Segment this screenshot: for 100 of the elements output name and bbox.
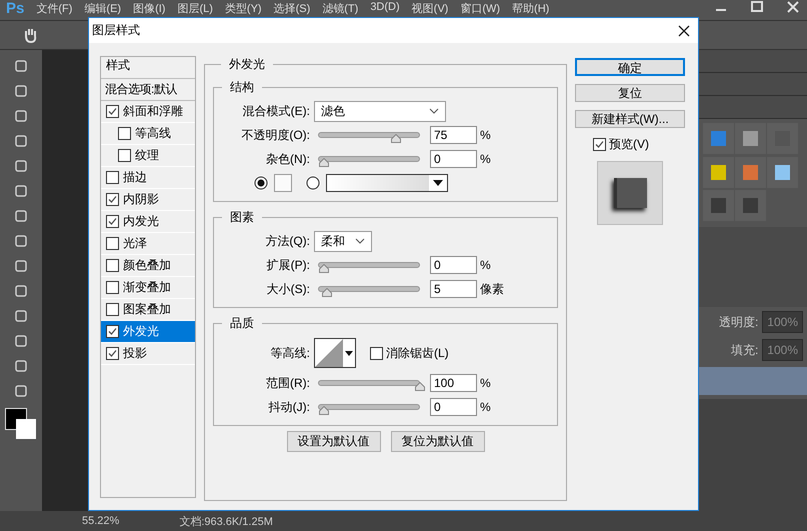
chevron-icon: [355, 238, 365, 244]
effect-item[interactable]: 颜色叠加: [101, 255, 195, 277]
field-label: 等高线:: [270, 344, 311, 362]
dialog-button[interactable]: 确定: [575, 58, 685, 76]
checkbox[interactable]: [106, 303, 119, 316]
contour-picker[interactable]: [314, 338, 356, 368]
styles-header: 样式: [101, 57, 195, 79]
tool-icon[interactable]: [13, 258, 29, 274]
slider-thumb[interactable]: [319, 264, 329, 273]
unit-label: %: [479, 258, 491, 272]
effect-item[interactable]: 外发光: [101, 321, 195, 343]
dialog-button[interactable]: 新建样式(W)...: [575, 110, 685, 128]
menu-item[interactable]: 帮助(H): [512, 0, 550, 16]
checkbox[interactable]: [106, 325, 119, 338]
style-thumbnail[interactable]: [711, 164, 726, 180]
slider-thumb[interactable]: [319, 406, 329, 415]
value-field[interactable]: 0: [430, 256, 477, 274]
tool-icon[interactable]: [13, 183, 29, 199]
menu-item[interactable]: 视图(V): [412, 0, 448, 16]
effect-item[interactable]: 光泽: [101, 233, 195, 255]
menu-item[interactable]: 3D(D): [370, 0, 400, 13]
radio-button[interactable]: [306, 176, 320, 190]
tool-icon[interactable]: [13, 83, 29, 99]
app-logo: Ps: [6, 0, 24, 17]
zoom-level: 55.22%: [82, 515, 120, 527]
blend-mode-dropdown[interactable]: 滤色: [314, 100, 446, 122]
unit-label: 像素: [479, 280, 504, 298]
tool-icon[interactable]: [13, 133, 29, 149]
style-thumbnail[interactable]: [775, 164, 790, 180]
slider-thumb[interactable]: [319, 158, 329, 167]
checkbox[interactable]: [118, 127, 131, 140]
checkbox[interactable]: [370, 346, 383, 360]
tool-icon[interactable]: [13, 233, 29, 249]
tool-icon[interactable]: [13, 208, 29, 224]
menu-item[interactable]: 类型(Y): [224, 0, 262, 16]
tool-icon[interactable]: [13, 358, 29, 374]
style-thumbnail[interactable]: [711, 131, 726, 146]
style-thumbnail[interactable]: [743, 164, 758, 180]
effect-item[interactable]: 等高线: [101, 123, 195, 145]
value-field[interactable]: 75: [430, 126, 477, 144]
checkbox[interactable]: [106, 105, 119, 118]
color-swatches-icon[interactable]: [5, 408, 37, 440]
document-size: 文档:963.6K/1.25M: [179, 514, 273, 528]
tool-icon[interactable]: [13, 333, 29, 349]
group-title: 品质: [229, 315, 255, 332]
menu-item[interactable]: 窗口(W): [460, 0, 500, 16]
slider-thumb[interactable]: [391, 134, 401, 143]
checkbox[interactable]: [593, 138, 606, 151]
radio-button[interactable]: [254, 176, 268, 190]
slider-thumb[interactable]: [322, 288, 332, 297]
effect-item[interactable]: 投影: [101, 343, 195, 365]
unit-label: %: [479, 400, 491, 414]
tool-icon[interactable]: [13, 383, 29, 399]
blending-options-item[interactable]: 混合选项:默认: [101, 79, 195, 101]
default-value-button[interactable]: 设置为默认值: [286, 431, 380, 452]
checkbox[interactable]: [106, 237, 119, 250]
menu-item[interactable]: 编辑(E): [84, 0, 122, 16]
default-value-button[interactable]: 复位为默认值: [390, 431, 484, 452]
value-field[interactable]: 0: [430, 398, 477, 416]
checkbox[interactable]: [118, 149, 131, 162]
slider-thumb[interactable]: [415, 382, 425, 391]
gradient-picker[interactable]: [326, 174, 448, 192]
checkbox[interactable]: [106, 259, 119, 272]
field-label: 大小(S):: [266, 280, 311, 298]
menu-item[interactable]: 图层(L): [177, 0, 213, 16]
style-thumbnail[interactable]: [743, 198, 758, 214]
checkbox[interactable]: [106, 171, 119, 184]
checkbox[interactable]: [106, 193, 119, 206]
tool-icon[interactable]: [13, 58, 29, 74]
tool-icon[interactable]: [13, 158, 29, 174]
checkbox[interactable]: [106, 215, 119, 228]
checkbox[interactable]: [106, 281, 119, 294]
effect-item[interactable]: 纹理: [101, 145, 195, 167]
value-field[interactable]: 0: [430, 150, 477, 168]
menu-item[interactable]: 滤镜(T): [322, 0, 358, 16]
field-label: 扩展(P):: [266, 256, 311, 274]
value-field[interactable]: 5: [430, 280, 477, 298]
close-icon[interactable]: [678, 24, 690, 36]
fill-label: 填充:: [730, 342, 758, 358]
effect-item[interactable]: 渐变叠加: [101, 277, 195, 299]
dialog-button[interactable]: 复位: [575, 84, 685, 102]
style-thumbnail[interactable]: [743, 131, 758, 146]
menu-item[interactable]: 文件(F): [36, 0, 72, 16]
tool-icon[interactable]: [13, 108, 29, 124]
color-swatch[interactable]: [274, 174, 292, 192]
effect-item[interactable]: 内阴影: [101, 189, 195, 211]
value-field[interactable]: 100: [430, 374, 477, 392]
field-label: 混合模式(E):: [242, 102, 311, 120]
method-dropdown[interactable]: 柔和: [314, 230, 372, 252]
chevron-icon: [429, 108, 439, 114]
tool-icon[interactable]: [13, 308, 29, 324]
menu-item[interactable]: 选择(S): [274, 0, 310, 16]
style-thumbnail[interactable]: [711, 198, 726, 214]
effect-item[interactable]: 斜面和浮雕: [101, 101, 195, 123]
checkbox[interactable]: [106, 347, 119, 360]
tool-icon[interactable]: [13, 283, 29, 299]
effect-item[interactable]: 内发光: [101, 211, 195, 233]
effect-item[interactable]: 描边: [101, 167, 195, 189]
checkbox-label: 预览(V): [609, 136, 649, 153]
menu-item[interactable]: 图像(I): [133, 0, 166, 16]
